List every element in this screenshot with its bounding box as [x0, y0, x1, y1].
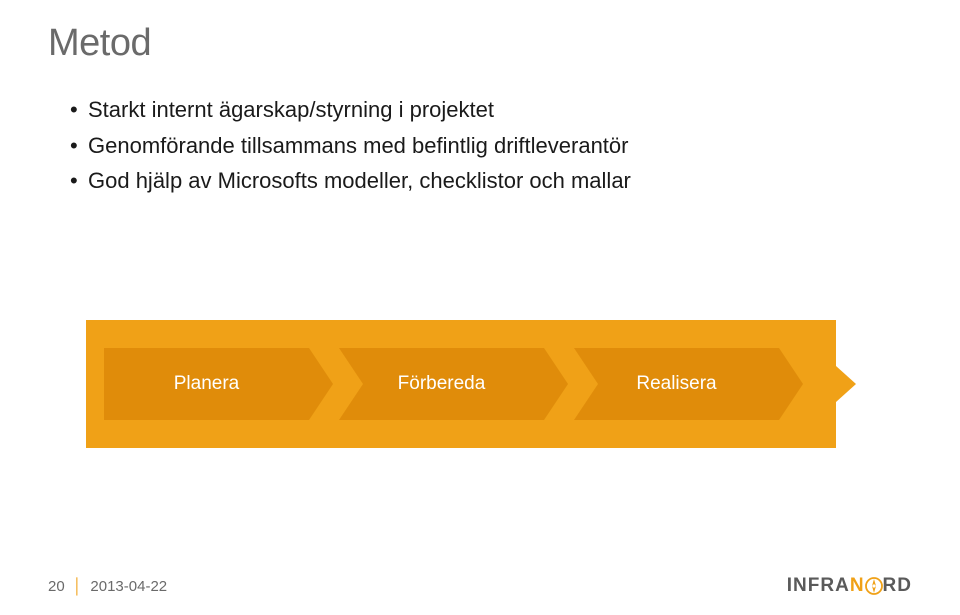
footer-page-date: 20 │ 2013-04-22 [48, 578, 167, 595]
process-strip: Planera Förbereda Realisera [86, 320, 836, 448]
footer-separator-icon: │ [73, 578, 82, 595]
logo-text: INFRAN RD [787, 575, 912, 597]
page-number: 20 [48, 578, 65, 595]
logo-suffix: RD [883, 575, 912, 596]
bullet-item: Genomförande tillsammans med befintlig d… [70, 131, 960, 161]
arrow-right-icon [836, 366, 856, 402]
page-title: Metod [0, 0, 960, 65]
process-step-realisera: Realisera [574, 348, 779, 420]
process-step-label: Realisera [636, 373, 716, 395]
process-step-label: Förbereda [398, 373, 486, 395]
compass-icon [865, 577, 883, 595]
logo-prefix: INFRA [787, 575, 850, 596]
bullet-item: Starkt internt ägarskap/styrning i proje… [70, 95, 960, 125]
chevron-notch-icon [574, 348, 598, 420]
footer: 20 │ 2013-04-22 INFRAN RD [48, 575, 912, 597]
bullet-item: God hjälp av Microsofts modeller, checkl… [70, 166, 960, 196]
chevron-notch-icon [339, 348, 363, 420]
footer-date: 2013-04-22 [90, 578, 167, 595]
process-step-forbereda: Förbereda [339, 348, 544, 420]
logo-accent: N [850, 575, 865, 596]
bullet-list: Starkt internt ägarskap/styrning i proje… [0, 65, 960, 196]
process-step-planera: Planera [104, 348, 309, 420]
logo-infranord: INFRAN RD [787, 575, 912, 597]
process-step-label: Planera [174, 373, 240, 395]
